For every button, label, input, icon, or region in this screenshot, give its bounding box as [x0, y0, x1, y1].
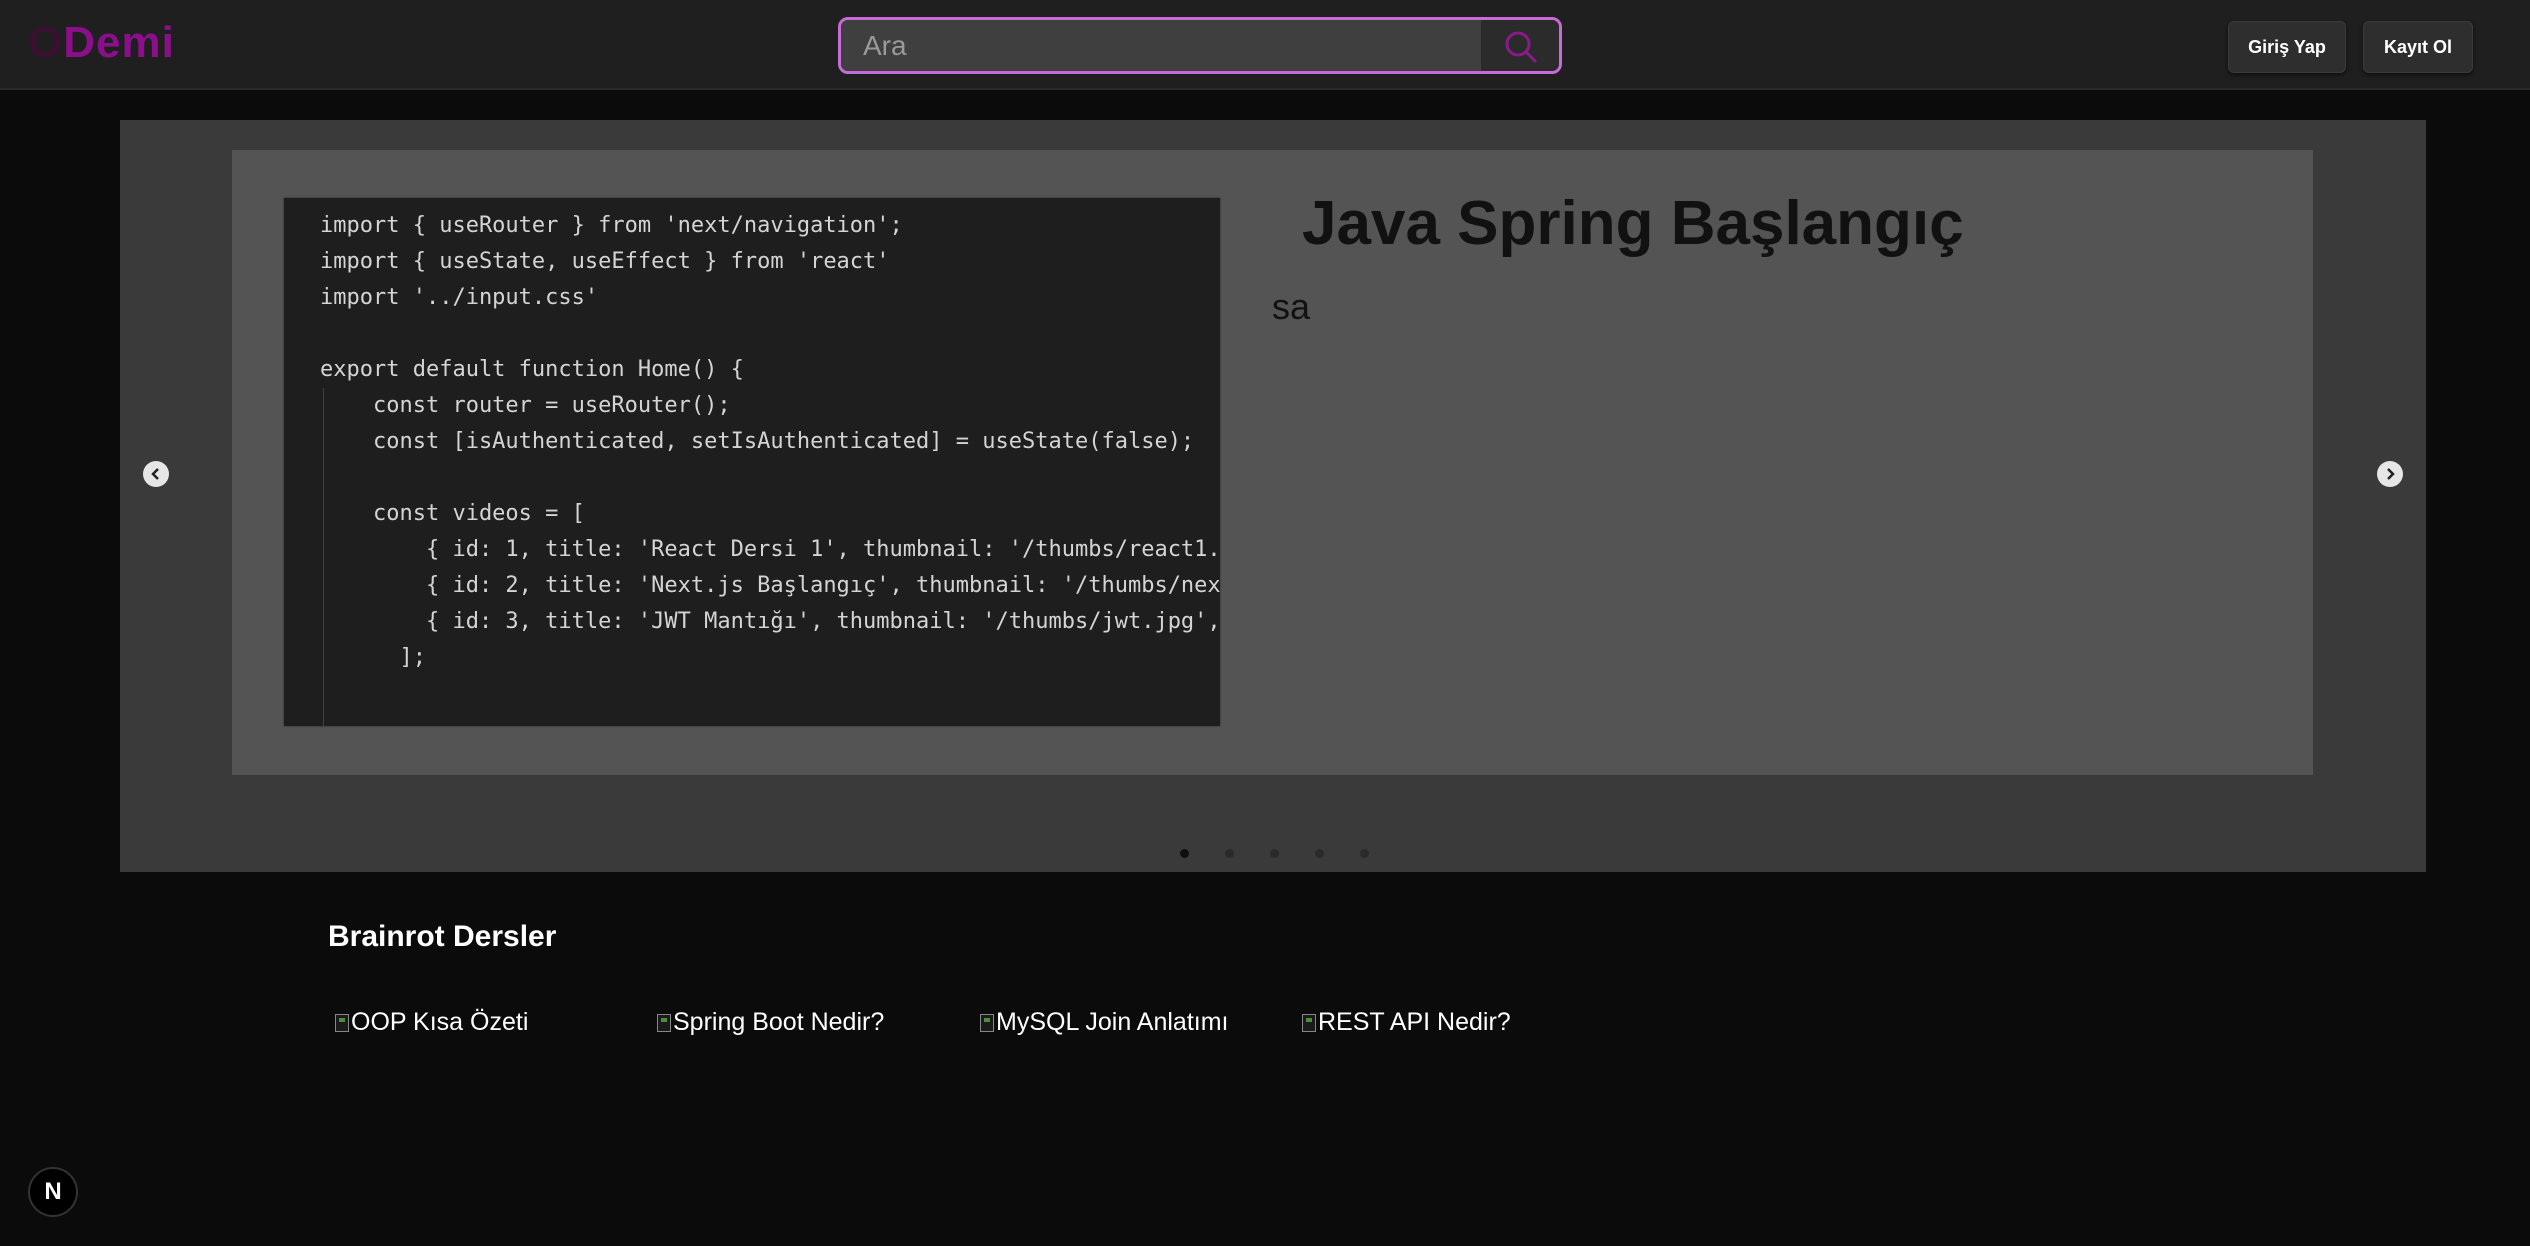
course-card[interactable]: REST API Nedir?: [1302, 1008, 1511, 1037]
login-button[interactable]: Giriş Yap: [2228, 21, 2346, 73]
course-card[interactable]: MySQL Join Anlatımı: [980, 1008, 1229, 1037]
code-line: import { useRouter } from 'next/navigati…: [320, 213, 903, 238]
chevron-left-icon: [151, 468, 159, 480]
carousel-next-button[interactable]: [2377, 461, 2403, 487]
carousel-slide[interactable]: import { useRouter } from 'next/navigati…: [232, 150, 2313, 775]
code-line: ];: [320, 645, 426, 670]
broken-image-icon: [657, 1013, 671, 1032]
course-title: OOP Kısa Özeti: [351, 1008, 529, 1036]
code-line: export default function Home() {: [320, 357, 744, 382]
code-line: const videos = [: [320, 501, 585, 526]
carousel-dot[interactable]: [1180, 849, 1189, 858]
course-title: MySQL Join Anlatımı: [996, 1008, 1229, 1036]
carousel-dot[interactable]: [1360, 849, 1369, 858]
top-navbar: ODemi Giriş Yap Kayıt Ol: [0, 0, 2530, 90]
code-line: import { useState, useEffect } from 'rea…: [320, 249, 890, 274]
code-line: { id: 2, title: 'Next.js Başlangıç', thu…: [320, 573, 1220, 598]
carousel-dot[interactable]: [1270, 849, 1279, 858]
code-line: const [isAuthenticated, setIsAuthenticat…: [320, 429, 1195, 454]
code-line: import '../input.css': [320, 285, 599, 310]
chevron-right-icon: [2387, 468, 2395, 480]
search-box: [838, 17, 1562, 74]
logo-text: Demi: [63, 18, 175, 67]
search-icon: [1505, 31, 1537, 62]
code-line: const router = useRouter();: [320, 393, 731, 418]
search-button[interactable]: [1481, 20, 1559, 71]
code-line: { id: 3, title: 'JWT Mantığı', thumbnail…: [320, 609, 1220, 634]
broken-image-icon: [1302, 1013, 1316, 1032]
hero-carousel: import { useRouter } from 'next/navigati…: [120, 120, 2426, 872]
slide-title: Java Spring Başlangıç: [1302, 189, 1964, 258]
course-title: Spring Boot Nedir?: [673, 1008, 885, 1036]
logo-letter-o: O: [28, 18, 64, 67]
nextjs-dev-badge[interactable]: N: [28, 1167, 78, 1217]
slide-thumbnail-code-image: import { useRouter } from 'next/navigati…: [284, 198, 1220, 726]
slide-description: sa: [1272, 286, 1311, 327]
search-input[interactable]: [841, 20, 1481, 71]
broken-image-icon: [980, 1013, 994, 1032]
course-card[interactable]: OOP Kısa Özeti: [335, 1008, 528, 1037]
site-logo[interactable]: ODemi: [28, 18, 175, 68]
carousel-pagination: [1180, 849, 1369, 858]
course-card[interactable]: Spring Boot Nedir?: [657, 1008, 884, 1037]
carousel-dot[interactable]: [1315, 849, 1324, 858]
code-line: { id: 1, title: 'React Dersi 1', thumbna…: [320, 537, 1220, 562]
broken-image-icon: [335, 1013, 349, 1032]
course-title: REST API Nedir?: [1318, 1008, 1511, 1036]
carousel-prev-button[interactable]: [143, 461, 169, 487]
carousel-dot[interactable]: [1225, 849, 1234, 858]
section-title: Brainrot Dersler: [328, 920, 557, 953]
register-button[interactable]: Kayıt Ol: [2363, 21, 2473, 73]
